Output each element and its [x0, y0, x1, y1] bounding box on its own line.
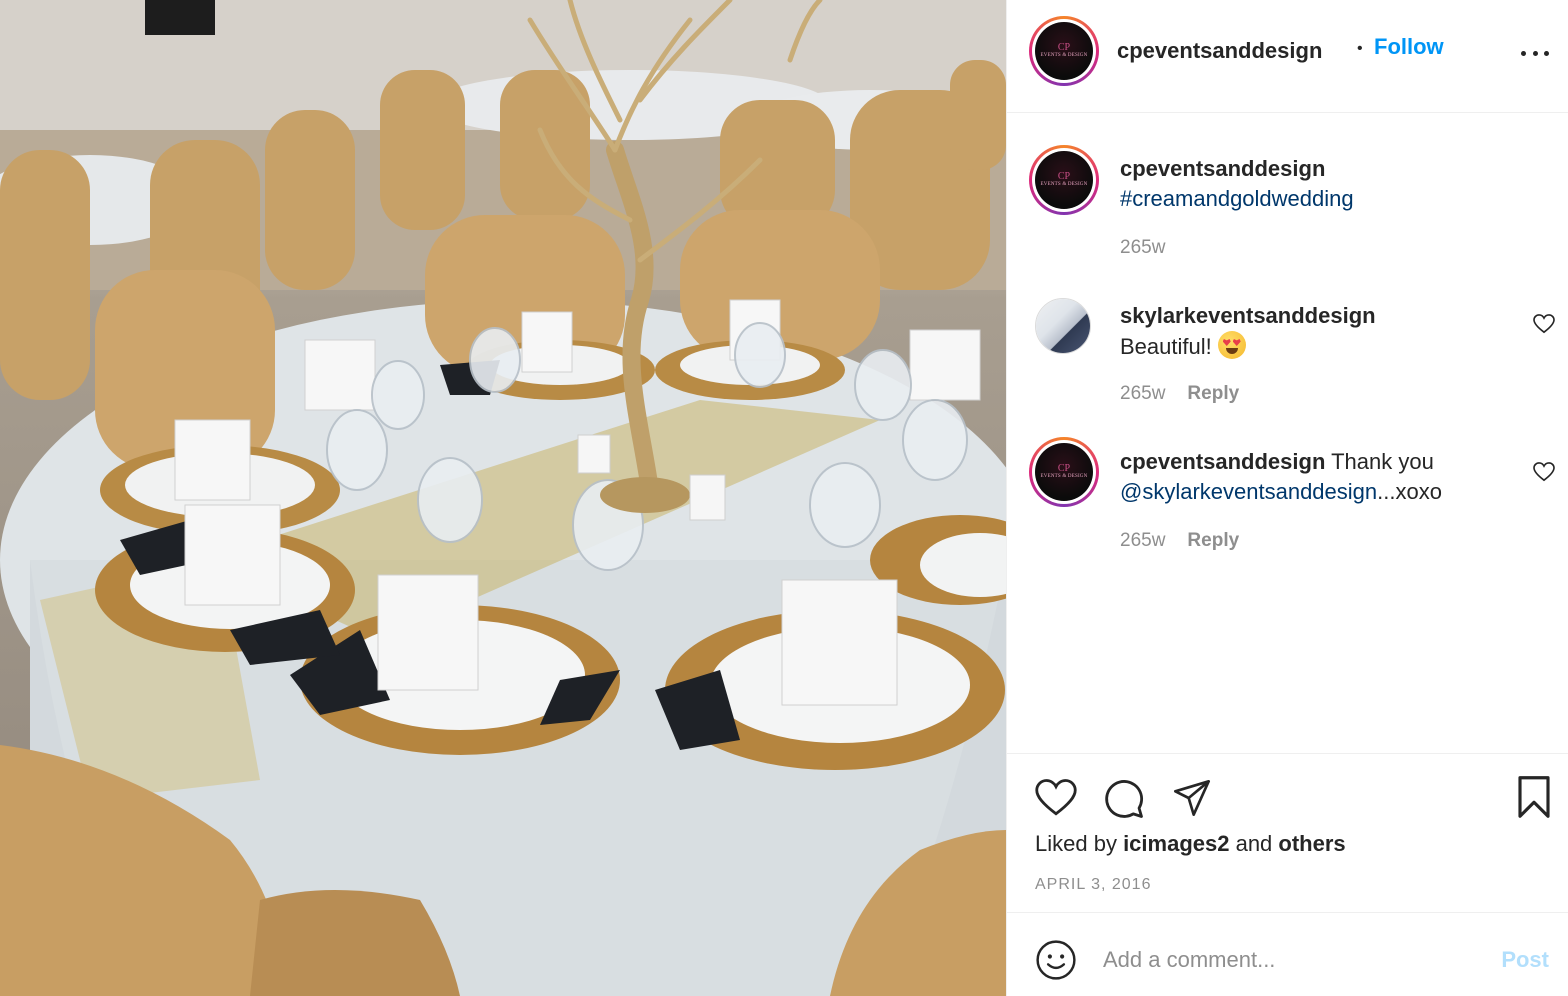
like-comment-heart-icon[interactable]	[1533, 462, 1555, 482]
cp-logo-icon: CP EVENTS & DESIGN	[1035, 443, 1093, 501]
comment-mention[interactable]: @skylarkeventsanddesign	[1120, 479, 1377, 504]
comment-username[interactable]: cpeventsanddesign	[1120, 449, 1325, 474]
profile-photo-icon	[1036, 299, 1090, 353]
separator-dot: •	[1357, 40, 1363, 57]
cp-logo-icon: CP EVENTS & DESIGN	[1035, 151, 1093, 209]
comment-meta: 265w Reply	[1120, 383, 1239, 405]
comment-text-tail: ...xoxo	[1377, 479, 1442, 504]
more-options-icon[interactable]	[1521, 46, 1549, 60]
post-header: CP EVENTS & DESIGN cpeventsanddesign • F…	[1007, 0, 1568, 113]
emoji-smiley-icon[interactable]	[1035, 939, 1077, 981]
commenter-avatar[interactable]: CP EVENTS & DESIGN	[1029, 437, 1099, 507]
post-side-panel: CP EVENTS & DESIGN cpeventsanddesign • F…	[1006, 0, 1568, 996]
comment-meta: 265w Reply	[1120, 530, 1239, 552]
caption-hashtag[interactable]: #creamandgoldwedding	[1120, 186, 1354, 211]
reply-button[interactable]: Reply	[1187, 530, 1239, 551]
liked-user[interactable]: icimages2	[1123, 831, 1229, 856]
commenter-avatar[interactable]	[1035, 298, 1091, 354]
author-avatar[interactable]: CP EVENTS & DESIGN	[1029, 16, 1099, 86]
wedding-table-photo	[0, 0, 1006, 996]
caption-username[interactable]: cpeventsanddesign	[1120, 156, 1325, 181]
cp-logo-icon: CP EVENTS & DESIGN	[1035, 22, 1093, 80]
comment-input[interactable]: Add a comment...	[1103, 947, 1275, 973]
heart-eyes-emoji-icon	[1217, 331, 1246, 359]
comment-time[interactable]: 265w	[1120, 530, 1165, 551]
author-username[interactable]: cpeventsanddesign	[1117, 38, 1322, 64]
liked-by-text: Liked by icimages2 and others	[1035, 831, 1346, 856]
post-comment-button[interactable]: Post	[1501, 947, 1549, 973]
caption-avatar[interactable]: CP EVENTS & DESIGN	[1029, 145, 1099, 215]
post-date[interactable]: APRIL 3, 2016	[1035, 876, 1151, 894]
comment-item: cpeventsanddesign Thank you @skylarkeven…	[1120, 447, 1520, 507]
comment-item: skylarkeventsanddesign Beautiful!	[1120, 301, 1520, 362]
comment-username[interactable]: skylarkeventsanddesign	[1120, 303, 1376, 328]
liked-others[interactable]: others	[1278, 831, 1345, 856]
follow-button[interactable]: Follow	[1374, 34, 1444, 60]
post-actions: Liked by icimages2 and others APRIL 3, 2…	[1007, 753, 1568, 913]
post-photo[interactable]	[0, 0, 1006, 996]
share-paper-plane-icon[interactable]	[1171, 778, 1213, 818]
save-bookmark-icon[interactable]	[1515, 776, 1553, 818]
comment-bubble-icon[interactable]	[1103, 778, 1145, 820]
like-heart-icon[interactable]	[1035, 778, 1077, 818]
comment-text: Thank you	[1325, 449, 1434, 474]
comment-text: Beautiful!	[1120, 334, 1212, 359]
add-comment-bar: Add a comment... Post	[1007, 912, 1568, 996]
reply-button[interactable]: Reply	[1187, 383, 1239, 404]
like-comment-heart-icon[interactable]	[1533, 314, 1555, 334]
caption: cpeventsanddesign #creamandgoldwedding	[1120, 154, 1540, 214]
caption-time[interactable]: 265w	[1120, 237, 1165, 259]
comment-time[interactable]: 265w	[1120, 383, 1165, 404]
